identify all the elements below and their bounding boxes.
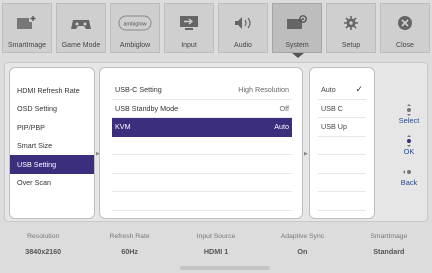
status-value: HDMI 1 xyxy=(203,247,229,256)
setting-value: Off xyxy=(279,103,289,113)
status-value: On xyxy=(297,247,308,256)
close-icon xyxy=(394,10,416,36)
toolbar-label: Setup xyxy=(341,42,361,49)
system-icon xyxy=(286,10,308,36)
input-icon xyxy=(178,10,200,36)
option-usb-up[interactable]: USB Up xyxy=(318,118,366,137)
status-value: 3840x2160 xyxy=(25,247,62,256)
option-label: USB C xyxy=(321,103,343,113)
option-label: USB Up xyxy=(321,122,347,132)
active-tab-pointer xyxy=(292,53,304,58)
menu-item-hdmi-refresh-rate[interactable]: HDMI Refresh Rate xyxy=(10,81,94,100)
toolbar-label: Ambiglow xyxy=(119,42,151,49)
setting-row-empty xyxy=(112,192,292,211)
menu-item-osd-setting[interactable]: OSD Setting xyxy=(10,100,94,119)
setting-label: USB-C Setting xyxy=(115,85,162,95)
status-value: Standard xyxy=(373,247,405,256)
kvm-options-list: Auto ✓ USB C USB Up xyxy=(309,67,375,219)
status-value: 60Hz xyxy=(121,247,138,256)
dpad-ok-icon xyxy=(403,135,415,147)
toolbar-smartimage-button[interactable]: SmartImage xyxy=(2,3,52,53)
option-empty xyxy=(318,155,366,174)
menu-item-smart-size[interactable]: Smart Size xyxy=(10,137,94,156)
toolbar-input-button[interactable]: Input xyxy=(164,3,214,53)
option-auto[interactable]: Auto ✓ xyxy=(318,81,366,100)
status-key: Refresh Rate xyxy=(109,233,150,240)
status-resolution: Resolution 3840x2160 xyxy=(0,226,86,273)
setting-row-empty xyxy=(112,174,292,192)
setting-row[interactable]: USB Standby Mode Off xyxy=(112,100,292,118)
back-button[interactable]: Back xyxy=(394,166,424,187)
status-adaptive-sync: Adaptive Sync On xyxy=(259,226,345,273)
option-empty xyxy=(318,192,366,211)
toolbar-label: Close xyxy=(396,42,414,49)
chevron-right-icon: ▶ xyxy=(304,151,308,157)
speaker-icon xyxy=(232,10,254,36)
toolbar-label: Input xyxy=(181,42,197,49)
menu-item-over-scan[interactable]: Over Scan xyxy=(10,174,94,193)
status-key: Adaptive Sync xyxy=(280,233,325,240)
setting-label: KVM xyxy=(115,122,131,132)
checkmark-icon: ✓ xyxy=(355,84,363,95)
ambiglow-icon: ambiglow xyxy=(118,10,152,36)
dpad-back-icon xyxy=(403,166,415,178)
menu-item-usb-setting[interactable]: USB Setting xyxy=(10,155,94,174)
toolbar-label: Audio xyxy=(234,42,252,49)
status-key: Input Source xyxy=(196,233,236,240)
toolbar-audio-button[interactable]: Audio xyxy=(218,3,268,53)
status-key: SmartImage xyxy=(370,233,408,240)
ok-button[interactable]: OK xyxy=(394,135,424,156)
ambiglow-icon-text: ambiglow xyxy=(123,22,146,28)
dpad-select-icon xyxy=(403,104,415,116)
smartimage-icon xyxy=(16,10,38,36)
option-usb-c[interactable]: USB C xyxy=(318,100,366,118)
top-toolbar: SmartImage Game Mode ambiglow Ambiglow I… xyxy=(0,0,432,56)
select-label: Select xyxy=(398,116,420,125)
setting-row-empty xyxy=(112,137,292,155)
setting-row-empty xyxy=(112,155,292,174)
status-refresh-rate: Refresh Rate 60Hz xyxy=(86,226,172,273)
bottom-handle xyxy=(180,266,270,270)
toolbar-ambiglow-button[interactable]: ambiglow Ambiglow xyxy=(110,3,160,53)
toolbar-game-mode-button[interactable]: Game Mode xyxy=(56,3,106,53)
status-smartimage: SmartImage Standard xyxy=(346,226,432,273)
setting-row[interactable]: USB-C Setting High Resolution xyxy=(112,81,292,100)
category-list: HDMI Refresh Rate OSD Setting PIP/PBP Sm… xyxy=(9,67,95,219)
toolbar-label: System xyxy=(285,42,309,49)
back-label: Back xyxy=(400,178,418,187)
settings-panel: HDMI Refresh Rate OSD Setting PIP/PBP Sm… xyxy=(4,62,428,222)
toolbar-system-button[interactable]: System xyxy=(272,3,322,53)
toolbar-setup-button[interactable]: Setup xyxy=(326,3,376,53)
setting-value: High Resolution xyxy=(238,85,289,95)
nav-hints: Select OK Back xyxy=(394,104,424,197)
gamepad-icon xyxy=(70,10,92,36)
option-empty xyxy=(318,137,366,155)
setting-value: Auto xyxy=(274,122,289,132)
setting-label: USB Standby Mode xyxy=(115,103,179,113)
option-label: Auto xyxy=(321,85,336,95)
toolbar-close-button[interactable]: Close xyxy=(380,3,430,53)
usb-setting-list: USB-C Setting High Resolution USB Standby… xyxy=(99,67,303,219)
select-button[interactable]: Select xyxy=(394,104,424,125)
status-key: Resolution xyxy=(27,233,60,240)
option-empty xyxy=(318,174,366,192)
ok-label: OK xyxy=(403,147,415,156)
setting-row-kvm[interactable]: KVM Auto xyxy=(112,118,292,137)
menu-item-pip-pbp[interactable]: PIP/PBP xyxy=(10,118,94,137)
toolbar-label: SmartImage xyxy=(7,42,47,49)
toolbar-label: Game Mode xyxy=(61,42,101,49)
gear-icon xyxy=(340,10,362,36)
